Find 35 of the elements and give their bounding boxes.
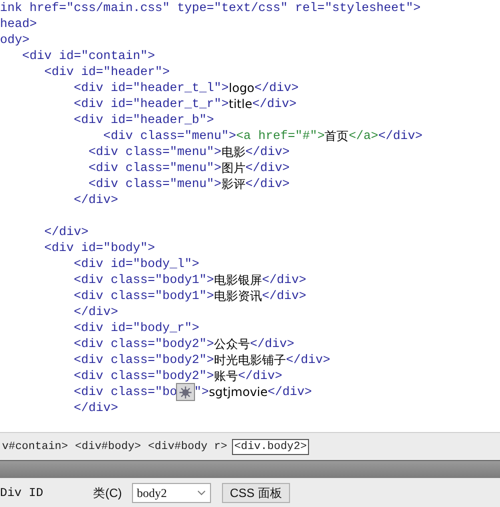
code-line: <div id="header_t_l">logo</div> (72, 80, 300, 96)
class-select[interactable]: body2 (132, 482, 211, 502)
code-line: <div class="menu">图片</div> (88, 160, 291, 176)
code-line: <div id="body"> (43, 240, 156, 256)
code-line: </div> (43, 224, 90, 240)
tag-selector-item[interactable]: <div#body r> (146, 438, 230, 454)
code-line: <div class="bo ">sgtjmovie</div> (72, 384, 313, 400)
code-line: <div class="menu"><a href="#">首页</a></div> (102, 128, 424, 144)
code-line: <div class="body1">电影资讯</div> (72, 288, 308, 304)
tag-selector-item[interactable]: <div#body> (73, 438, 144, 454)
code-line: <div class="menu">影评</div> (88, 176, 291, 192)
code-line: <div class="body2">账号</div> (72, 368, 284, 384)
div-id-label: Div ID (0, 484, 44, 502)
code-line: <div id="contain"> (21, 48, 156, 64)
tag-selector-item[interactable]: v#contain> (0, 438, 70, 454)
code-line: head> (0, 16, 38, 32)
element-marker-icon (176, 383, 196, 401)
code-line: <div id="body_r"> (72, 320, 200, 336)
code-line: <div class="menu">电影</div> (88, 144, 291, 160)
code-line: <div id="header_b"> (72, 112, 216, 128)
chevron-down-icon (196, 490, 206, 496)
code-line: </div> (72, 192, 120, 208)
code-line: ody> (0, 32, 31, 48)
code-line: <div class="body1">电影银屏</div> (72, 272, 308, 288)
code-line: <div class="body2">公众号</div> (72, 336, 296, 352)
code-line: <div id="body_l"> (72, 256, 200, 272)
code-line: </div> (72, 304, 120, 320)
css-panel-button[interactable]: CSS 面板 (222, 482, 290, 502)
code-line: <div id="header_t_r">title</div> (72, 96, 298, 112)
code-line: <div class="body2">时光电影铺子</div> (72, 352, 332, 368)
code-line: </div> (72, 400, 120, 416)
class-label: 类(C) (93, 484, 122, 502)
tag-selector-item[interactable]: <div.body2> (232, 438, 309, 454)
code-line: ink href="css/main.css" type="text/css" rel="stylesheet"> (0, 0, 422, 16)
code-line: <div id="header"> (43, 64, 171, 80)
